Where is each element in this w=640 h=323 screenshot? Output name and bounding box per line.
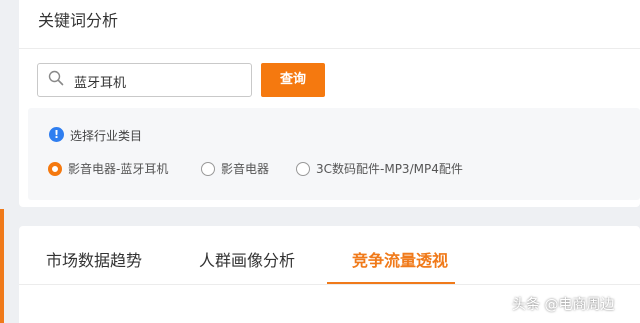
category-option-audio[interactable]: 影音电器	[201, 160, 269, 177]
option-label: 3C数码配件-MP3/MP4配件	[316, 162, 463, 176]
tab-competition-traffic[interactable]: 竞争流量透视	[352, 247, 448, 271]
search-icon	[48, 70, 64, 86]
keyword-search-input[interactable]: 蓝牙耳机	[37, 63, 252, 97]
page-title: 关键词分析	[38, 11, 119, 30]
query-button[interactable]: 查询	[261, 63, 325, 97]
radio-checked-icon	[48, 161, 62, 176]
option-label: 影音电器-蓝牙耳机	[68, 162, 169, 176]
left-accent-bar	[0, 209, 4, 323]
watermark: 头条 @电商周边	[512, 297, 615, 313]
keyword-analysis-card: 关键词分析 蓝牙耳机 查询 ! 选择行业类目 影音电器-蓝牙耳机 影音电器 3C…	[19, 0, 640, 207]
option-label: 影音电器	[221, 162, 270, 176]
category-label: 选择行业类目	[70, 129, 143, 143]
category-option-audio-bluetooth[interactable]: 影音电器-蓝牙耳机	[48, 160, 168, 177]
radio-icon	[296, 161, 310, 176]
info-icon: !	[49, 127, 64, 142]
title-divider	[19, 48, 640, 49]
tab-audience-profile[interactable]: 人群画像分析	[199, 247, 295, 271]
category-option-3c-mp3[interactable]: 3C数码配件-MP3/MP4配件	[296, 160, 463, 177]
radio-icon	[201, 161, 215, 176]
category-panel: ! 选择行业类目 影音电器-蓝牙耳机 影音电器 3C数码配件-MP3/MP4配件	[28, 108, 640, 200]
tab-divider	[19, 284, 640, 285]
tab-market-trend[interactable]: 市场数据趋势	[46, 247, 142, 271]
search-value: 蓝牙耳机	[74, 76, 127, 91]
